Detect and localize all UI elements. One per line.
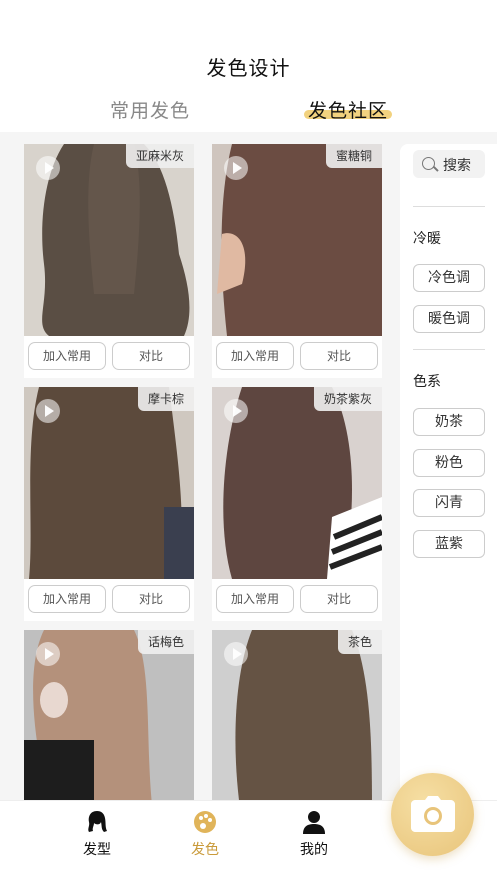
tab-bar: 常用发色 发色社区: [0, 96, 497, 130]
search-label: 搜索: [443, 158, 471, 174]
color-tag: 话梅色: [137, 630, 194, 654]
compare-button[interactable]: 对比: [300, 585, 378, 613]
color-tag: 蜜糖铜: [325, 144, 382, 168]
color-card[interactable]: 亚麻米灰 加入常用 对比: [24, 144, 194, 378]
filter-chip-pink[interactable]: 粉色: [413, 449, 485, 477]
hair-photo[interactable]: 亚麻米灰: [24, 144, 194, 336]
hair-style-icon: [88, 811, 107, 832]
compare-button[interactable]: 对比: [112, 585, 190, 613]
card-actions: 加入常用 对比: [212, 336, 382, 378]
nav-item-hair-color[interactable]: 发色: [175, 809, 235, 859]
color-tag: 摩卡棕: [137, 387, 194, 411]
compare-button[interactable]: 对比: [300, 342, 378, 370]
add-to-common-button[interactable]: 加入常用: [216, 342, 294, 370]
tab-label: 发色社区: [308, 100, 389, 122]
play-icon[interactable]: [224, 399, 248, 423]
add-to-common-button[interactable]: 加入常用: [28, 585, 106, 613]
filter-chip-milk-tea[interactable]: 奶茶: [413, 408, 485, 436]
tab-color-community[interactable]: 发色社区: [304, 96, 393, 123]
card-actions: 加入常用 对比: [24, 336, 194, 378]
hair-photo[interactable]: 茶色: [212, 630, 382, 800]
hair-photo[interactable]: 话梅色: [24, 630, 194, 800]
filter-chip-blue-purple[interactable]: 蓝紫: [413, 530, 485, 558]
color-card[interactable]: 摩卡棕 加入常用 对比: [24, 387, 194, 621]
color-card[interactable]: 蜜糖铜 加入常用 对比: [212, 144, 382, 378]
content-area: 亚麻米灰 加入常用 对比 蜜糖铜 加入常用 对比 摩卡棕 加入常用 对比 奶茶紫…: [0, 132, 497, 800]
filter-sidebar: 搜索 冷暖 冷色调 暖色调 色系 奶茶 粉色 闪青 蓝紫: [400, 144, 497, 800]
add-to-common-button[interactable]: 加入常用: [216, 585, 294, 613]
search-icon: [422, 157, 435, 170]
add-to-common-button[interactable]: 加入常用: [28, 342, 106, 370]
tab-common-colors[interactable]: 常用发色: [110, 96, 190, 123]
play-icon[interactable]: [36, 399, 60, 423]
user-icon: [303, 811, 325, 834]
divider: [413, 206, 485, 207]
color-tag: 奶茶紫灰: [313, 387, 382, 411]
hair-photo[interactable]: 奶茶紫灰: [212, 387, 382, 579]
page-title: 发色设计: [206, 56, 291, 80]
filter-chip-cyan[interactable]: 闪青: [413, 489, 485, 517]
play-icon[interactable]: [224, 156, 248, 180]
nav-item-mine[interactable]: 我的: [284, 809, 344, 859]
color-card[interactable]: 奶茶紫灰 加入常用 对比: [212, 387, 382, 621]
color-card[interactable]: 茶色: [212, 630, 382, 800]
camera-button[interactable]: [391, 773, 474, 856]
hair-photo[interactable]: 蜜糖铜: [212, 144, 382, 336]
compare-button[interactable]: 对比: [112, 342, 190, 370]
section-heading-color-family: 色系: [413, 374, 441, 390]
divider: [413, 349, 485, 350]
color-tag: 茶色: [337, 630, 382, 654]
play-icon[interactable]: [224, 642, 248, 666]
play-icon[interactable]: [36, 156, 60, 180]
palette-icon: [194, 811, 216, 833]
color-card[interactable]: 话梅色: [24, 630, 194, 800]
section-heading-warmth: 冷暖: [413, 231, 441, 247]
play-icon[interactable]: [36, 642, 60, 666]
card-actions: 加入常用 对比: [212, 579, 382, 621]
camera-icon: [411, 796, 455, 832]
nav-label: 发型: [83, 842, 111, 858]
filter-chip-warm[interactable]: 暖色调: [413, 305, 485, 333]
color-tag: 亚麻米灰: [125, 144, 194, 168]
hair-photo[interactable]: 摩卡棕: [24, 387, 194, 579]
filter-chip-cool[interactable]: 冷色调: [413, 264, 485, 292]
tab-label: 常用发色: [110, 100, 191, 122]
nav-label: 发色: [191, 842, 219, 858]
search-button[interactable]: 搜索: [413, 150, 485, 178]
nav-item-hairstyle[interactable]: 发型: [67, 809, 127, 859]
nav-label: 我的: [300, 842, 328, 858]
card-actions: 加入常用 对比: [24, 579, 194, 621]
